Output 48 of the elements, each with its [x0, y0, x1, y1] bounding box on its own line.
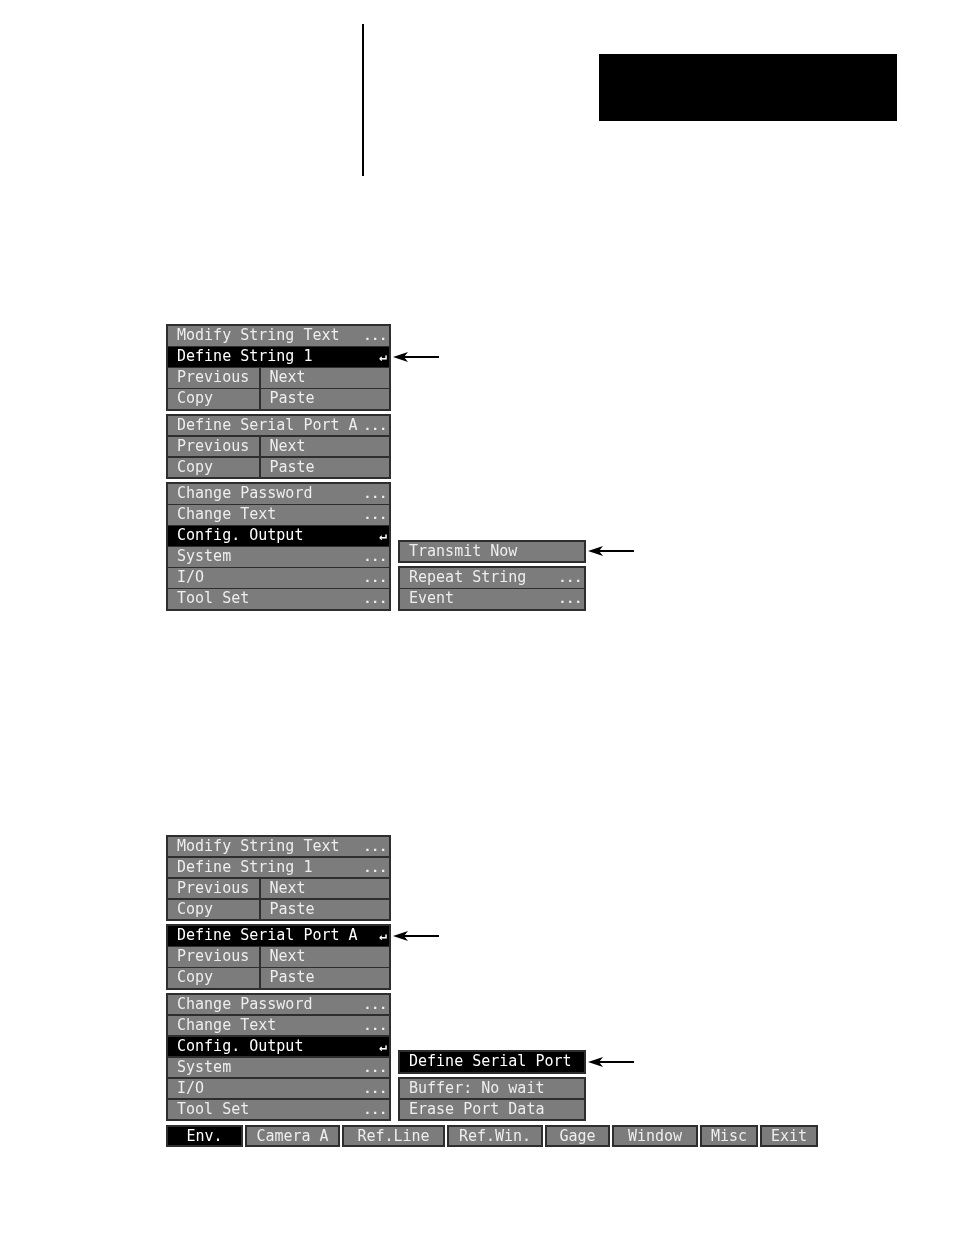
tab[interactable]: Gage: [545, 1125, 610, 1147]
tab[interactable]: Window: [612, 1125, 698, 1147]
menu-item[interactable]: Change Password ...: [168, 994, 389, 1014]
menu-item[interactable]: Change Text ...: [168, 505, 389, 525]
menu-item[interactable]: I/O ...: [168, 1078, 389, 1098]
menu-button[interactable]: Paste: [260, 389, 389, 409]
menu-item[interactable]: Erase Port Data: [400, 1099, 584, 1119]
tab[interactable]: Env.: [166, 1125, 243, 1147]
menu-item[interactable]: Define String 1 ...: [168, 857, 389, 877]
menu-item[interactable]: Config. Output ↵: [168, 1036, 389, 1056]
menu-item[interactable]: Tool Set ...: [168, 1099, 389, 1119]
menu-button[interactable]: Previous: [168, 368, 259, 388]
menu-button[interactable]: Next: [260, 878, 389, 898]
menu-item[interactable]: Define String 1 ↵: [168, 347, 389, 367]
menu-button[interactable]: Next: [260, 368, 389, 388]
tab[interactable]: Ref.Win.: [447, 1125, 543, 1147]
menu-button[interactable]: Next: [260, 947, 389, 967]
menu-item[interactable]: System ...: [168, 547, 389, 567]
menu-item[interactable]: I/O ...: [168, 568, 389, 588]
menu-item[interactable]: Define Serial Port A ↵: [168, 926, 389, 946]
menu-button[interactable]: Paste: [260, 457, 389, 477]
menu-item[interactable]: Tool Set ...: [168, 589, 389, 609]
menu-button[interactable]: Copy: [168, 899, 259, 919]
tab[interactable]: Ref.Line: [342, 1125, 445, 1147]
menu-item[interactable]: Define Serial Port: [400, 1052, 584, 1072]
menu-item[interactable]: Transmit Now: [400, 541, 584, 561]
menu-button[interactable]: Copy: [168, 389, 259, 409]
menu-item[interactable]: Event ...: [400, 589, 584, 609]
menu-item[interactable]: System ...: [168, 1057, 389, 1077]
menu-item[interactable]: Define Serial Port A ...: [168, 415, 389, 435]
menu-button[interactable]: Previous: [168, 947, 259, 967]
menu-button[interactable]: Previous: [168, 436, 259, 456]
menu-button[interactable]: Next: [260, 436, 389, 456]
menu-item[interactable]: Modify String Text ...: [168, 326, 389, 346]
menu-item[interactable]: Modify String Text ...: [168, 836, 389, 856]
tab[interactable]: Misc: [700, 1125, 758, 1147]
menu-button[interactable]: Copy: [168, 457, 259, 477]
menu-item[interactable]: Repeat String ...: [400, 568, 584, 588]
menu-button[interactable]: Paste: [260, 968, 389, 988]
menu-item[interactable]: Config. Output ↵: [168, 526, 389, 546]
menu-button[interactable]: Paste: [260, 899, 389, 919]
menu-item[interactable]: Change Text ...: [168, 1015, 389, 1035]
menu-item[interactable]: Change Password ...: [168, 484, 389, 504]
menu-button[interactable]: Previous: [168, 878, 259, 898]
tab[interactable]: Exit: [760, 1125, 818, 1147]
tab[interactable]: Camera A: [245, 1125, 340, 1147]
menu-button[interactable]: Copy: [168, 968, 259, 988]
menu-item[interactable]: Buffer: No wait: [400, 1078, 584, 1098]
